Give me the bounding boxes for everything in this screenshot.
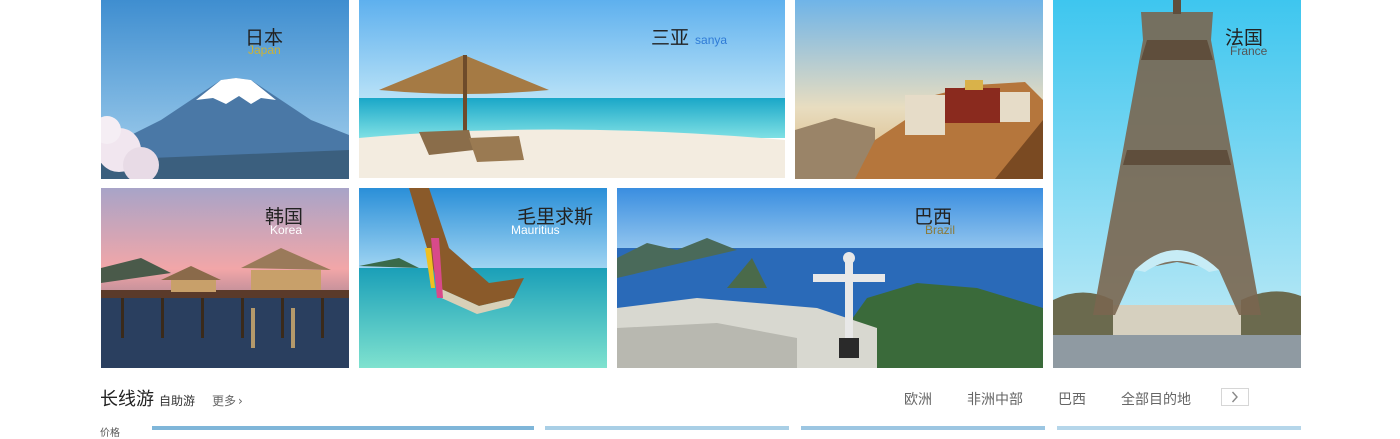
- section-title: 长线游: [100, 389, 154, 410]
- tile-title-en: Japan: [248, 43, 281, 57]
- sanya-photo: [359, 0, 785, 178]
- destination-tile-brazil[interactable]: 巴西 Brazil: [617, 188, 1043, 368]
- chevron-right-icon: ›: [238, 394, 243, 408]
- tile-caption: 韩国 Korea: [265, 208, 303, 237]
- tile-caption: 巴西 Brazil: [914, 208, 956, 237]
- card-thumbnail-cropped[interactable]: [152, 426, 534, 430]
- potala-palace-photo: [795, 0, 1043, 179]
- tab-central-africa[interactable]: 非洲中部: [967, 389, 1023, 409]
- tab-europe[interactable]: 欧洲: [904, 389, 932, 409]
- destination-tile-japan[interactable]: 日本 Japan: [101, 0, 349, 179]
- more-link[interactable]: 更多 ›: [212, 392, 243, 409]
- tile-title-en: sanya: [695, 33, 728, 47]
- destination-tile-mauritius[interactable]: 毛里求斯 Mauritius: [359, 188, 607, 368]
- section-subtitle: 自助游: [159, 394, 196, 408]
- more-label: 更多: [212, 394, 237, 408]
- tab-brazil[interactable]: 巴西: [1058, 389, 1086, 409]
- rio-de-janeiro-photo: [617, 188, 1043, 368]
- chevron-right-icon: [1231, 391, 1238, 403]
- tile-caption: 三亚 sanya: [651, 29, 727, 48]
- tile-title-en: Brazil: [925, 223, 956, 237]
- price-label-cropped: 价格: [100, 428, 120, 439]
- destination-tile-france[interactable]: 法国 France: [1053, 0, 1301, 368]
- destination-tile-tibet[interactable]: [795, 0, 1043, 179]
- destination-tile-sanya[interactable]: 三亚 sanya: [359, 0, 785, 178]
- card-thumbnail-cropped[interactable]: [801, 426, 1045, 430]
- next-button[interactable]: [1221, 388, 1249, 406]
- japan-photo: [101, 0, 349, 179]
- tile-title-en: France: [1230, 44, 1268, 58]
- tile-title-zh: 三亚: [651, 27, 690, 49]
- tile-caption: 毛里求斯 Mauritius: [511, 208, 593, 237]
- tab-all-destinations[interactable]: 全部目的地: [1121, 389, 1191, 409]
- tile-caption: 日本 Japan: [245, 29, 283, 57]
- tile-caption: 法国 France: [1225, 29, 1268, 58]
- destination-tile-korea[interactable]: 韩国 Korea: [101, 188, 349, 368]
- tile-title-en: Korea: [270, 223, 303, 237]
- korea-photo: [101, 188, 349, 368]
- card-thumbnail-cropped[interactable]: [1057, 426, 1301, 430]
- card-thumbnail-cropped[interactable]: [545, 426, 789, 430]
